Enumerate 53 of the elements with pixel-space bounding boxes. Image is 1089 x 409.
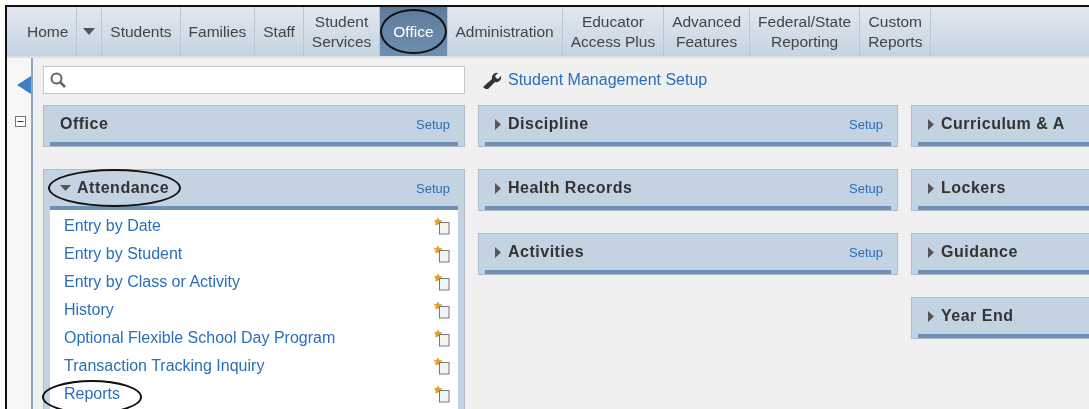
- nav-tab[interactable]: Administration: [447, 7, 563, 56]
- menu-link[interactable]: Reports: [64, 385, 121, 403]
- section-title[interactable]: Guidance: [941, 243, 1018, 261]
- setup-link[interactable]: Setup: [849, 180, 883, 196]
- menu-link[interactable]: Optional Flexible School Day Program: [64, 329, 336, 347]
- tree-minus-icon[interactable]: [15, 116, 26, 127]
- nav-tab[interactable]: Families: [180, 7, 256, 56]
- collapsed-caret-icon[interactable]: [928, 246, 935, 258]
- new-window-icon[interactable]: [434, 385, 450, 403]
- new-window-icon[interactable]: [434, 301, 450, 319]
- section-title[interactable]: Attendance: [77, 179, 170, 197]
- nav-tab[interactable]: Advanced Features: [664, 7, 751, 56]
- collapsed-caret-icon[interactable]: [495, 182, 502, 194]
- setup-link[interactable]: Setup: [416, 116, 450, 132]
- section-title[interactable]: Year End: [941, 307, 1014, 325]
- setup-link[interactable]: Setup: [849, 244, 883, 260]
- nav-tab[interactable]: Home: [19, 7, 78, 56]
- section-title[interactable]: Discipline: [508, 115, 589, 133]
- section-title[interactable]: Office: [60, 115, 109, 133]
- menu-link[interactable]: Entry by Date: [64, 217, 161, 235]
- new-window-icon[interactable]: [434, 329, 450, 347]
- expanded-caret-icon[interactable]: [60, 184, 71, 192]
- new-window-icon[interactable]: [434, 217, 450, 235]
- collapsed-caret-icon[interactable]: [495, 246, 502, 258]
- new-window-icon[interactable]: [434, 357, 450, 375]
- menu-link[interactable]: Transaction Tracking Inquiry: [64, 357, 265, 375]
- collapsed-caret-icon[interactable]: [928, 118, 935, 130]
- search-icon: [50, 72, 66, 88]
- collapsed-caret-icon[interactable]: [928, 310, 935, 322]
- section-title[interactable]: Activities: [508, 243, 585, 261]
- collapse-sidebar-icon[interactable]: [17, 76, 31, 94]
- collapsed-caret-icon[interactable]: [928, 182, 935, 194]
- new-window-icon[interactable]: [434, 273, 450, 291]
- setup-link[interactable]: Student Management Setup: [482, 71, 898, 89]
- menu-link[interactable]: History: [64, 301, 114, 319]
- nav-tab[interactable]: Students: [102, 7, 181, 56]
- nav-tab[interactable]: Staff: [255, 7, 304, 56]
- menu-link[interactable]: Entry by Class or Activity: [64, 273, 241, 291]
- new-window-icon[interactable]: [434, 245, 450, 263]
- nav-tab[interactable]: Federal/State Reporting: [750, 7, 861, 56]
- section-title[interactable]: Curriculum & A: [941, 115, 1065, 133]
- setup-link[interactable]: Setup: [849, 116, 883, 132]
- nav-tab[interactable]: Custom Reports: [860, 7, 932, 56]
- setup-link[interactable]: Setup: [416, 180, 450, 196]
- nav-tab[interactable]: Office: [380, 7, 448, 56]
- menu-link[interactable]: Entry by Student: [64, 245, 183, 263]
- caret-icon: [83, 28, 96, 35]
- section-title[interactable]: Lockers: [941, 179, 1006, 197]
- search-field[interactable]: [43, 66, 465, 94]
- section-title[interactable]: Health Records: [508, 179, 633, 197]
- nav-tab[interactable]: Educator Access Plus: [562, 7, 665, 56]
- collapsed-caret-icon[interactable]: [495, 118, 502, 130]
- wrench-icon: [482, 71, 502, 89]
